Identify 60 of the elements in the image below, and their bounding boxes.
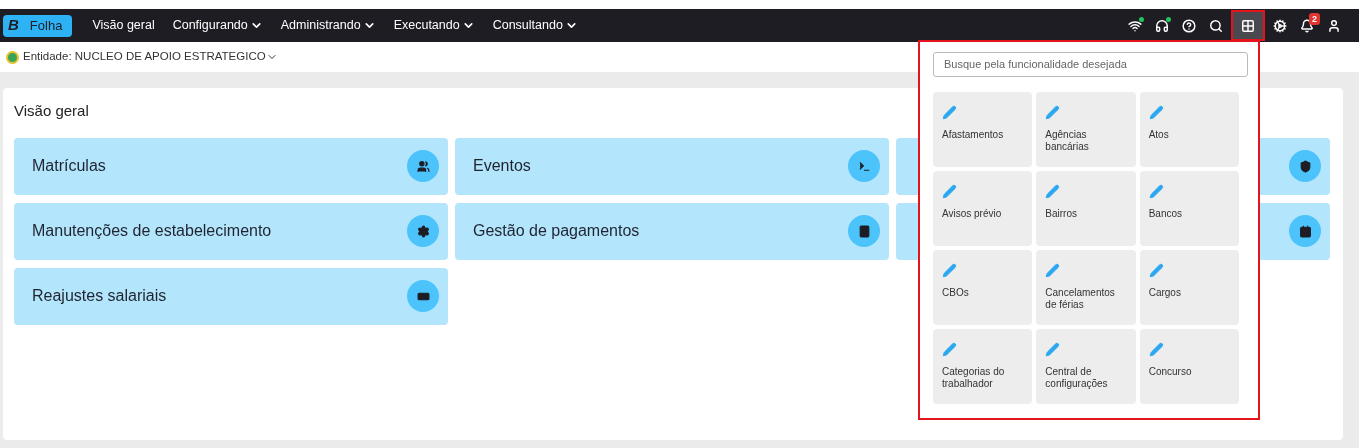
feature-tile[interactable]: CBOs [933,249,1033,325]
shortcut-card[interactable]: Matrículas [14,137,448,195]
help-icon [1182,18,1196,33]
feature-tile[interactable]: Central de configurações [1036,328,1136,404]
card-title: Manutenções de estabelecimento [32,221,272,241]
shortcut-card[interactable]: Manutenções de estabelecimento [14,202,448,260]
app-logo[interactable]: B Folha [3,14,73,37]
shortcut-card[interactable]: Gestão de pagamentos [455,202,889,260]
pencil-icon [942,183,957,199]
pencil-icon [1045,183,1061,199]
calendar-icon [1289,215,1321,247]
section-title: Visão geral [14,101,89,121]
headset-icon [1155,18,1169,33]
nav-menu[interactable]: Consultando [492,16,578,35]
shield-icon [1289,150,1321,182]
pencil-icon [1148,104,1164,120]
user-icon [1327,18,1341,33]
pencil-icon [1148,262,1164,278]
pencil-icon [1148,341,1164,357]
card-title: Gestão de pagamentos [473,221,640,241]
pencil-icon [942,341,957,357]
toolbar-button[interactable] [1231,10,1265,41]
feature-tile[interactable]: Bancos [1139,170,1239,246]
feature-tile[interactable]: Cancelamentos de férias [1036,249,1136,325]
nav-menu[interactable]: Executando [393,16,475,35]
search-icon [1209,18,1223,33]
search-field[interactable]: Busque pela funcionalidade desejada [933,51,1248,77]
pencil-icon [1045,262,1061,278]
feature-tile[interactable]: Cargos [1139,249,1239,325]
feature-tile[interactable]: Avisos prévio [933,170,1033,246]
users-icon [407,150,439,182]
logo-letter: B [7,15,20,36]
terminal-icon [848,150,880,182]
feature-tile[interactable]: Afastamentos [933,91,1033,167]
notification-count: 2 [1309,13,1320,25]
bell-icon [1300,18,1314,33]
pencil-icon [942,262,957,278]
card-title: Matrículas [32,156,106,176]
emblem-icon [6,50,19,64]
entity-selector[interactable]: Entidade: NUCLEO DE APOIO ESTRATEGICO [23,48,278,66]
grid-icon [1241,18,1255,33]
shortcut-card[interactable]: Reajustes salariais [14,267,448,325]
card-title: Reajustes salariais [32,286,167,306]
pencil-icon [1045,341,1061,357]
toolbar-button[interactable]: 2 [1295,10,1319,41]
nav-menu[interactable]: Visão geral [92,16,155,35]
feature-tile[interactable]: Bairros [1036,170,1136,246]
feature-tile[interactable]: Concurso [1139,328,1239,404]
feature-tile[interactable]: Agências bancárias [1036,91,1136,167]
wifi-icon [1128,18,1142,33]
nav-menu[interactable]: Administrando [280,16,376,35]
app-name: Folha [28,16,63,35]
card-title: Eventos [473,156,531,176]
pencil-icon [1148,183,1164,199]
shortcut-card[interactable]: Eventos [455,137,889,195]
pencil-icon [942,104,957,120]
nav-menu[interactable]: Configurando [172,16,263,35]
feature-tile[interactable]: Categorias do trabalhador [933,328,1033,404]
feature-tile[interactable]: Atos [1139,91,1239,167]
pencil-icon [1045,104,1061,120]
